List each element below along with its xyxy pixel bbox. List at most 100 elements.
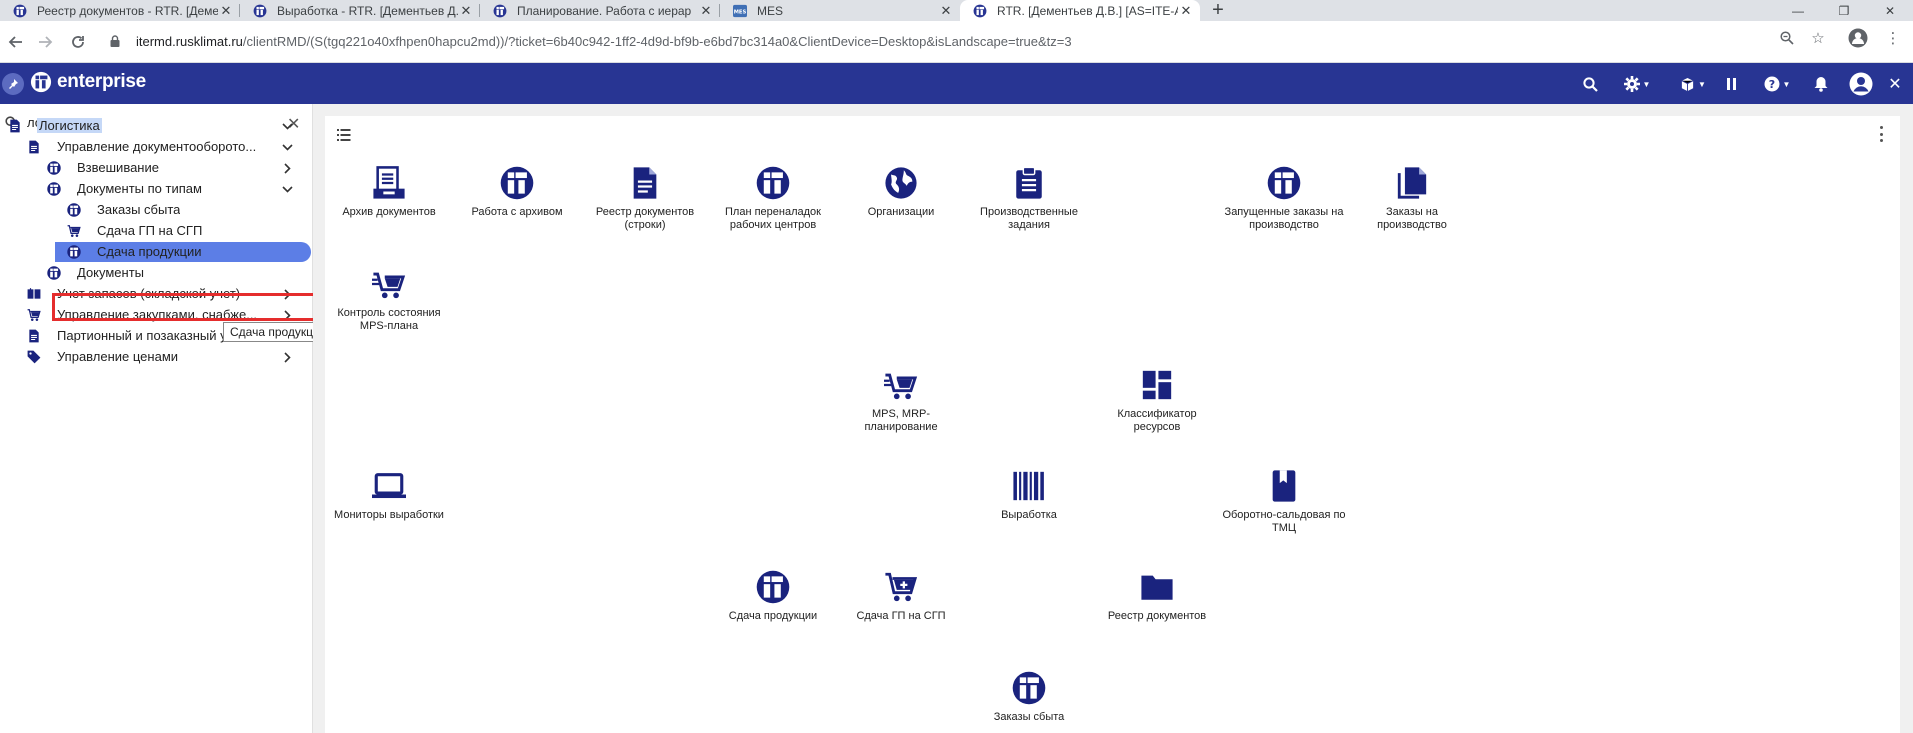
close-icon[interactable]: ✕ [698,3,714,19]
menu-tile[interactable]: Мониторы выработки [324,466,454,522]
zoom-icon[interactable] [1776,27,1798,49]
menu-tile[interactable]: Выработка [964,466,1094,522]
browser-tab-4[interactable]: MES MES ✕ [720,0,960,21]
sidebar-item-label: Управление документооборото... [57,139,257,154]
tile-label: MPS, MRP-планирование [864,408,938,433]
gear-icon[interactable]: ▼ [1620,73,1654,95]
menu-tile[interactable]: План переналадок рабочих центров [708,163,838,232]
menu-tile[interactable]: Архив документов [324,163,454,219]
menu-tile[interactable]: MPS, MRP-планирование [836,365,966,434]
minimize-icon[interactable]: — [1775,0,1821,21]
sidebar-tree-item[interactable]: Взвешивание [0,157,300,179]
menu-tile[interactable]: Работа с архивом [452,163,582,219]
tile-label: Мониторы выработки [334,509,444,521]
more-options-icon[interactable] [1878,126,1884,142]
tile-label: Заказы на производство [1377,206,1447,231]
reload-icon[interactable] [65,29,91,55]
it-logo-icon [753,163,793,203]
browser-tab-1[interactable]: Реестр документов - RTR. [Деме ✕ [0,0,240,21]
itenterprise-favicon-icon [253,4,267,18]
menu-tile[interactable]: Заказы сбыта [964,668,1094,724]
itenterprise-favicon-icon [13,4,27,18]
address-bar[interactable]: itermd.rusklimat.ru/clientRMD/(S(tgq221o… [100,26,1838,58]
svg-text:MES: MES [734,9,747,15]
sidebar-tree-item[interactable]: Логистика [0,115,300,137]
close-icon[interactable]: ✕ [1178,3,1194,19]
chevron-right-icon[interactable] [281,349,293,365]
copy-icon [1392,163,1432,203]
tile-label: Реестр документов [1107,610,1207,622]
chevron-down-icon[interactable] [281,181,293,197]
itenterprise-favicon-icon [493,4,507,18]
menu-tile[interactable]: Контроль состояния MPS-плана [324,264,454,333]
dashboard-icon [1137,365,1177,405]
document-icon [8,119,22,133]
cart-icon [27,308,41,322]
sidebar-tree-item[interactable]: Документы по типам [0,178,300,200]
pin-icon[interactable] [2,73,24,95]
tile-label: Контроль состояния MPS-плана [337,307,441,332]
menu-tile[interactable]: Заказы на производство [1347,163,1477,232]
cube-icon[interactable]: ▼ [1678,73,1708,95]
tile-label: Сдача продукции [728,610,818,622]
sidebar-item-label: Управление ценами [57,349,179,364]
cart-list-icon [369,264,409,304]
sidebar-tree-item[interactable]: Управление ценами [0,346,300,368]
tag-icon [27,350,41,364]
it-logo-icon [47,182,61,196]
menu-tile[interactable]: Организации [836,163,966,219]
menu-tile[interactable]: Производственные задания [964,163,1094,232]
it-logo-icon [30,71,52,93]
sidebar-tree-item[interactable]: Управление документооборото... [0,136,300,158]
tile-label: Запущенные заказы на производство [1224,206,1344,231]
forward-icon[interactable] [33,29,59,55]
browser-tab-5[interactable]: RTR. [Дементьев Д.В.] [AS=ITE-A ✕ [960,0,1200,21]
menu-tile[interactable]: Реестр документов (строки) [580,163,710,232]
list-view-icon[interactable] [337,128,351,146]
chevron-right-icon[interactable] [281,160,293,176]
close-icon[interactable]: ✕ [218,3,234,19]
tile-label: Архив документов [342,206,436,218]
menu-tile[interactable]: Классификатор ресурсов [1092,365,1222,434]
menu-tile[interactable]: Запущенные заказы на производство [1219,163,1349,232]
star-icon[interactable]: ☆ [1807,27,1829,49]
menu-tile[interactable]: Оборотно-сальдовая по ТМЦ [1219,466,1349,535]
menu-tile[interactable]: Сдача продукции [708,567,838,623]
sidebar-tree-item[interactable]: Сдача ГП на СГП [0,220,300,242]
close-icon[interactable]: ✕ [1886,73,1904,95]
search-icon[interactable] [1580,73,1600,95]
chevron-down-icon[interactable] [281,118,293,134]
sidebar-tree-item[interactable]: Документы [0,262,300,284]
sidebar-tree-item[interactable]: Сдача продукции [0,241,300,263]
chevron-down-icon[interactable] [281,139,293,155]
sidebar-tree-item[interactable]: Заказы сбыта [0,199,300,221]
browser-menu-icon[interactable]: ⋮ [1882,27,1904,49]
window-close-icon[interactable]: ✕ [1867,0,1913,21]
tab-title: RTR. [Дементьев Д.В.] [AS=ITE-A [997,3,1178,18]
browser-tab-2[interactable]: Выработка - RTR. [Дементьев Д. ✕ [240,0,480,21]
app-logo[interactable]: enterprise [30,71,146,93]
profile-icon[interactable] [1847,27,1869,49]
menu-tile[interactable]: Сдача ГП на СГП [836,567,966,623]
close-icon[interactable]: ✕ [938,3,954,19]
close-icon[interactable]: ✕ [458,3,474,19]
help-icon[interactable]: ? ▼ [1762,73,1792,95]
cart-list-icon [881,365,921,405]
browser-tab-3[interactable]: Планирование. Работа с иерар ✕ [480,0,720,21]
url-text: itermd.rusklimat.ru/clientRMD/(S(tgq221o… [136,34,1072,49]
back-icon[interactable] [2,29,28,55]
boxes-icon [27,287,41,301]
sidebar-item-label: Заказы сбыта [97,202,181,217]
menu-tile[interactable]: Реестр документов [1092,567,1222,623]
sidebar-item-label: Сдача продукции [97,244,202,259]
sidebar: ✕ ЛогистикаУправление документооборото..… [0,104,334,733]
tile-label: Сдача ГП на СГП [856,610,946,622]
user-icon[interactable] [1848,72,1874,96]
restore-icon[interactable]: ❐ [1821,0,1867,21]
file-text-icon [625,163,665,203]
itenterprise-favicon-icon [973,4,987,18]
highlight-box [52,293,316,321]
bell-icon[interactable] [1812,73,1830,95]
new-tab-button[interactable]: + [1207,0,1229,21]
pause-icon[interactable] [1722,73,1740,95]
